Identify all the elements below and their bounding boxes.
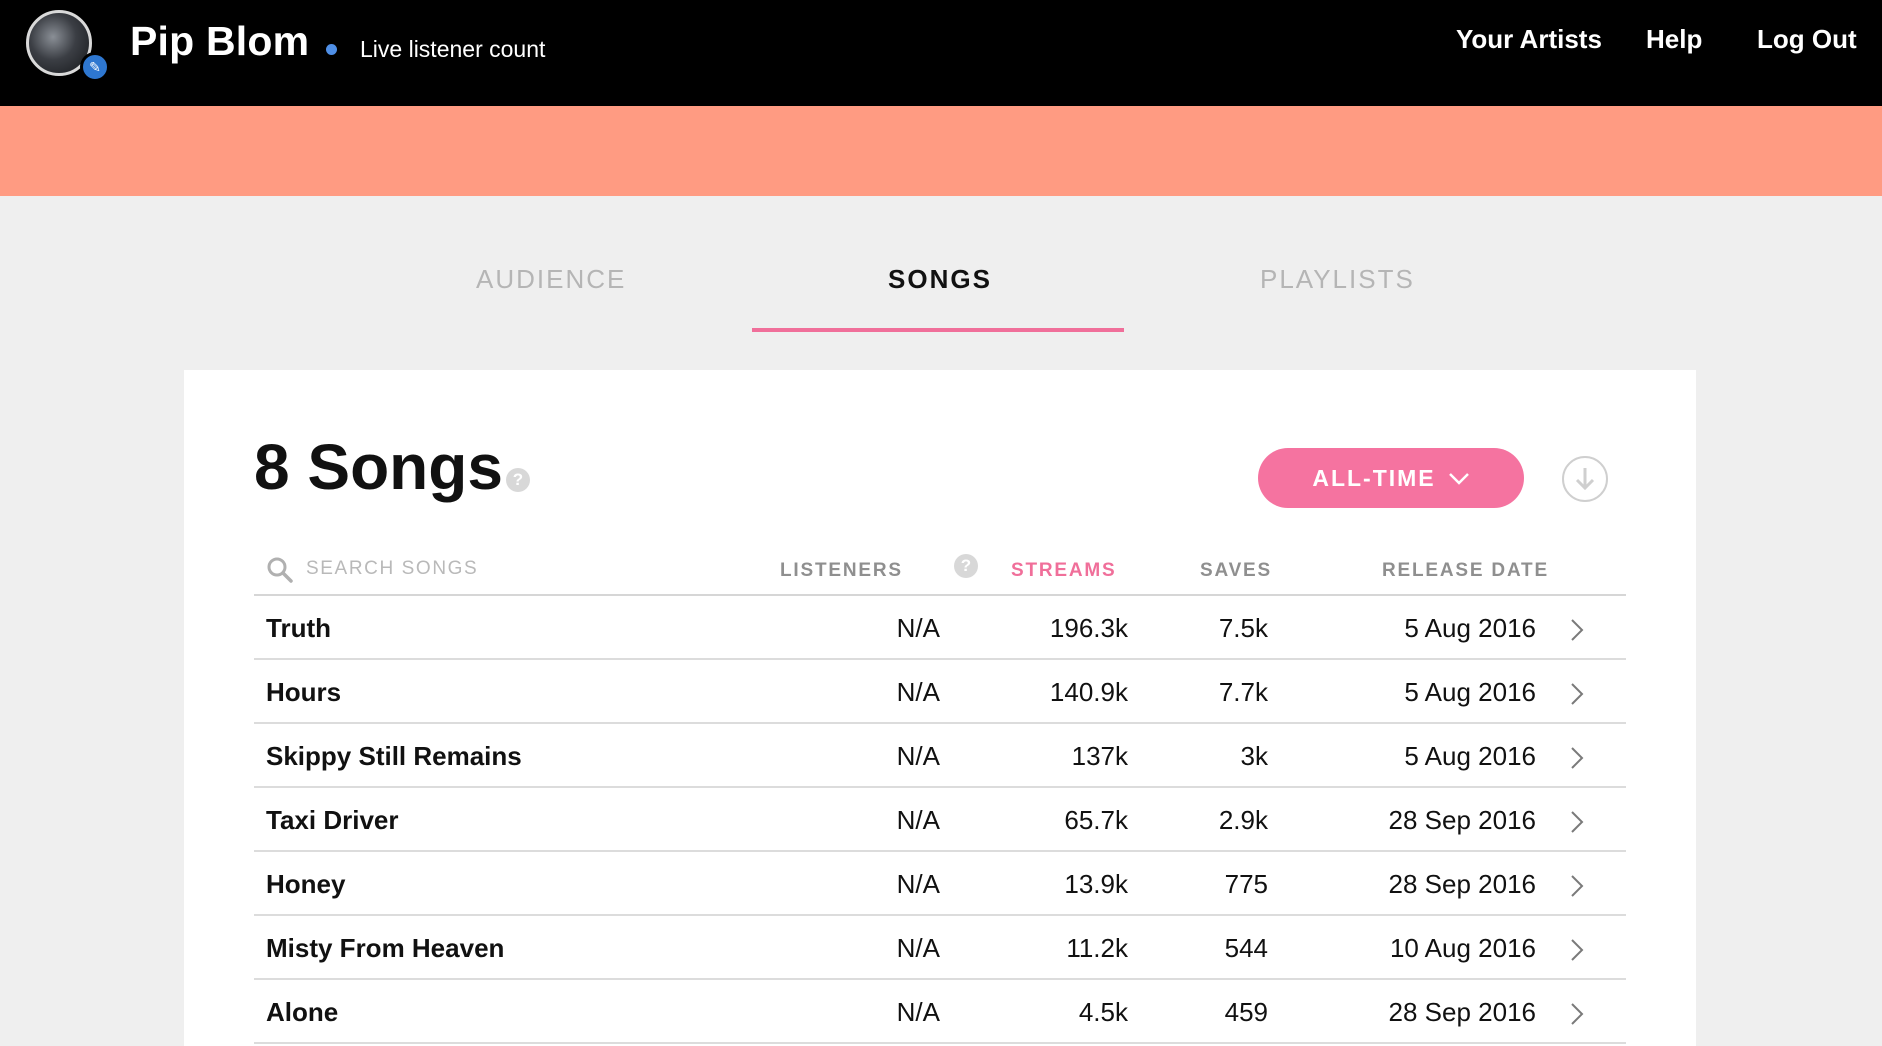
- song-saves: 544: [1224, 933, 1268, 963]
- song-name: Truth: [266, 613, 331, 643]
- nav-your-artists[interactable]: Your Artists: [1456, 24, 1602, 55]
- table-row[interactable]: Truth N/A 196.3k 7.5k 5 Aug 2016: [254, 596, 1626, 660]
- song-saves: 3k: [1240, 741, 1268, 771]
- top-bar: ✎ Pip Blom Live listener count Your Arti…: [0, 0, 1882, 106]
- column-header-release-date[interactable]: RELEASE DATE: [1382, 560, 1549, 582]
- song-listeners: N/A: [896, 613, 940, 643]
- column-header-saves[interactable]: SAVES: [1200, 560, 1272, 582]
- search-icon[interactable]: [266, 556, 294, 589]
- song-listeners: N/A: [896, 997, 940, 1027]
- time-range-dropdown[interactable]: ALL-TIME: [1258, 448, 1524, 508]
- table-row[interactable]: Skippy Still Remains N/A 137k 3k 5 Aug 2…: [254, 724, 1626, 788]
- song-listeners: N/A: [896, 805, 940, 835]
- song-listeners: N/A: [896, 933, 940, 963]
- song-saves: 7.5k: [1218, 613, 1268, 643]
- table-row[interactable]: Alone N/A 4.5k 459 28 Sep 2016: [254, 980, 1626, 1044]
- song-name: Hours: [266, 677, 342, 707]
- search-songs-input[interactable]: [306, 554, 706, 584]
- song-streams: 13.9k: [1064, 869, 1128, 899]
- song-streams: 4.5k: [1078, 997, 1128, 1027]
- page-title: 8 Songs: [254, 431, 503, 503]
- time-range-label: ALL-TIME: [1312, 464, 1436, 491]
- song-listeners: N/A: [896, 869, 940, 899]
- download-icon: [1575, 468, 1595, 491]
- chevron-right-icon[interactable]: [1570, 682, 1584, 711]
- column-header-streams[interactable]: STREAMS: [1011, 560, 1117, 582]
- song-name: Alone: [266, 997, 339, 1027]
- song-listeners: N/A: [896, 741, 940, 771]
- active-tab-indicator: [752, 328, 1124, 332]
- live-listener-count-link[interactable]: Live listener count: [360, 36, 545, 63]
- chevron-right-icon[interactable]: [1570, 810, 1584, 839]
- songs-table-body: Truth N/A 196.3k 7.5k 5 Aug 2016 Hours N…: [254, 596, 1626, 1044]
- song-streams: 65.7k: [1064, 805, 1128, 835]
- listeners-help-icon[interactable]: ?: [954, 554, 978, 578]
- chevron-right-icon[interactable]: [1570, 746, 1584, 775]
- help-icon[interactable]: ?: [506, 468, 530, 492]
- song-saves: 459: [1224, 997, 1268, 1027]
- song-release-date: 5 Aug 2016: [1404, 677, 1536, 707]
- chevron-right-icon[interactable]: [1570, 874, 1584, 903]
- song-name: Skippy Still Remains: [266, 741, 522, 771]
- song-release-date: 28 Sep 2016: [1388, 805, 1536, 835]
- songs-table-header: LISTENERS ? STREAMS SAVES RELEASE DATE: [254, 550, 1626, 596]
- song-streams: 11.2k: [1066, 933, 1128, 963]
- chevron-right-icon[interactable]: [1570, 938, 1584, 967]
- nav-help[interactable]: Help: [1646, 24, 1702, 55]
- song-name: Taxi Driver: [266, 805, 399, 835]
- chevron-right-icon[interactable]: [1570, 618, 1584, 647]
- song-saves: 7.7k: [1218, 677, 1268, 707]
- song-release-date: 28 Sep 2016: [1388, 997, 1536, 1027]
- tab-songs[interactable]: SONGS: [888, 264, 992, 295]
- column-header-listeners[interactable]: LISTENERS: [780, 560, 903, 582]
- table-row[interactable]: Honey N/A 13.9k 775 28 Sep 2016: [254, 852, 1626, 916]
- song-streams: 196.3k: [1049, 613, 1128, 643]
- tab-audience[interactable]: AUDIENCE: [476, 264, 626, 295]
- song-saves: 2.9k: [1218, 805, 1268, 835]
- pencil-icon[interactable]: ✎: [80, 52, 110, 82]
- tab-playlists[interactable]: PLAYLISTS: [1260, 264, 1415, 295]
- song-name: Honey: [266, 869, 346, 899]
- songs-card: 8 Songs ? ALL-TIME LISTENERS ? STREAMS S…: [184, 370, 1696, 1046]
- table-row[interactable]: Misty From Heaven N/A 11.2k 544 10 Aug 2…: [254, 916, 1626, 980]
- chevron-down-icon: [1448, 465, 1470, 492]
- artist-name: Pip Blom: [130, 18, 310, 64]
- song-release-date: 5 Aug 2016: [1404, 613, 1536, 643]
- song-streams: 140.9k: [1049, 677, 1128, 707]
- song-release-date: 10 Aug 2016: [1389, 933, 1536, 963]
- song-release-date: 5 Aug 2016: [1404, 741, 1536, 771]
- song-saves: 775: [1224, 869, 1268, 899]
- download-button[interactable]: [1562, 456, 1608, 502]
- chevron-right-icon[interactable]: [1570, 1002, 1584, 1031]
- live-indicator-dot: [326, 44, 337, 55]
- song-listeners: N/A: [896, 677, 940, 707]
- table-row[interactable]: Hours N/A 140.9k 7.7k 5 Aug 2016: [254, 660, 1626, 724]
- song-name: Misty From Heaven: [266, 933, 505, 963]
- header-banner: [0, 106, 1882, 196]
- table-row[interactable]: Taxi Driver N/A 65.7k 2.9k 28 Sep 2016: [254, 788, 1626, 852]
- nav-log-out[interactable]: Log Out: [1757, 24, 1857, 55]
- song-release-date: 28 Sep 2016: [1388, 869, 1536, 899]
- song-streams: 137k: [1071, 741, 1128, 771]
